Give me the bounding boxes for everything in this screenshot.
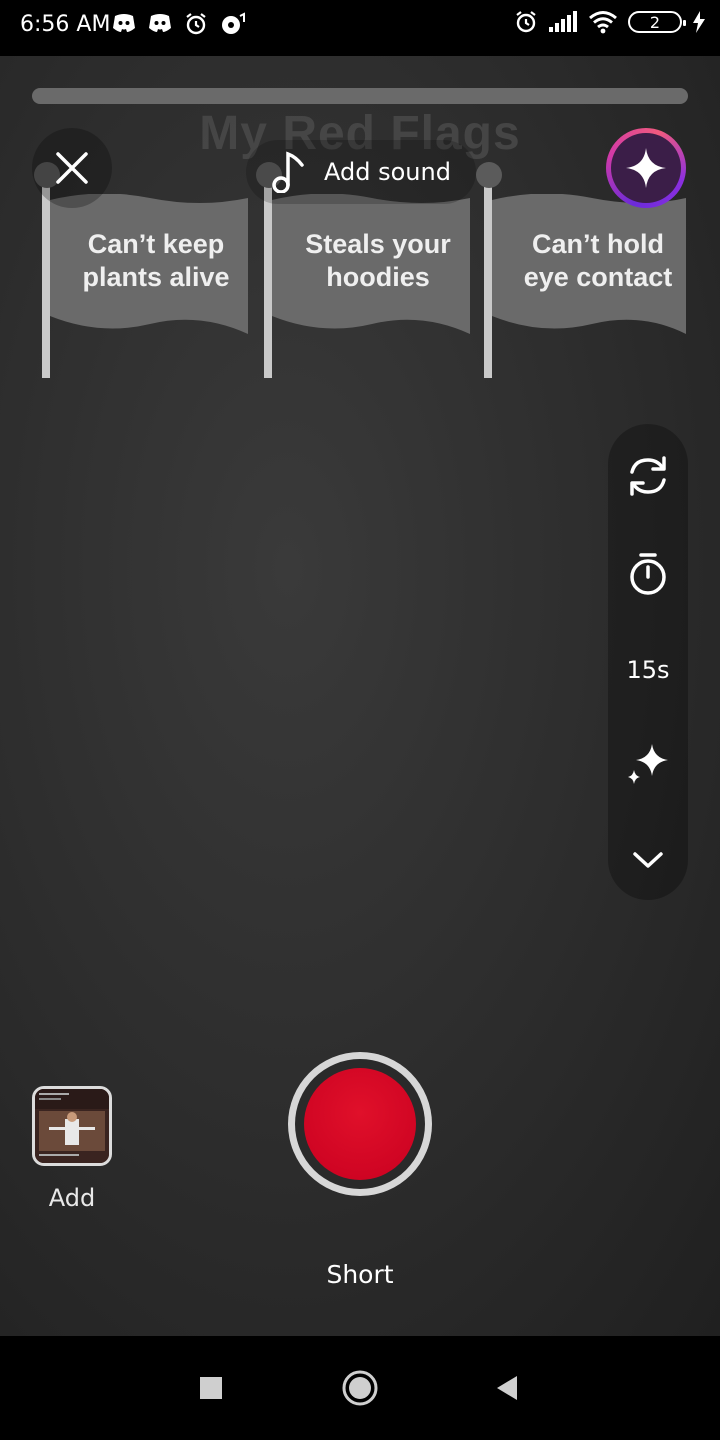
gallery-preview-image — [35, 1089, 109, 1163]
effects-rail-button[interactable] — [608, 734, 688, 794]
home-icon — [342, 1370, 378, 1406]
flag-text: Can’t keep plants alive — [58, 228, 254, 294]
battery-indicator: 2 — [628, 11, 686, 33]
battery-level: 2 — [649, 12, 661, 32]
recording-progress-bar — [32, 88, 688, 104]
signal-icon — [549, 11, 577, 32]
flip-camera-icon — [630, 456, 666, 496]
flag-pole — [484, 176, 492, 378]
gallery-thumbnail[interactable] — [32, 1086, 112, 1166]
effects-icon — [628, 744, 668, 784]
record-button-ring — [295, 1059, 425, 1189]
charging-icon — [693, 11, 705, 33]
status-bar: 6:56 AM 2 — [0, 0, 720, 56]
status-time: 6:56 AM — [20, 12, 111, 37]
flag-text-line: plants alive — [82, 262, 230, 292]
timer-button[interactable] — [608, 544, 688, 604]
effects-button[interactable] — [606, 128, 686, 208]
flag-text-line: Can’t keep — [87, 229, 225, 259]
record-button-core — [304, 1068, 416, 1180]
flag-pole — [42, 176, 50, 378]
discord-icon — [149, 14, 171, 32]
status-notification-icons — [112, 12, 246, 36]
duration-label: 15s — [626, 656, 670, 684]
flag-text-line: Steals your — [305, 229, 451, 259]
flip-camera-button[interactable] — [608, 446, 688, 506]
flag-text-line: Can’t hold — [532, 229, 664, 259]
home-button[interactable] — [315, 1336, 405, 1440]
wifi-icon — [589, 11, 617, 34]
alarm-icon — [516, 11, 536, 33]
flag-knob — [476, 162, 502, 188]
back-button[interactable] — [462, 1336, 552, 1440]
gallery-add-label[interactable]: Add — [32, 1184, 112, 1212]
flag-text-line: hoodies — [326, 262, 430, 292]
recents-button[interactable] — [166, 1336, 256, 1440]
effects-button-inner — [611, 133, 681, 203]
more-tools-button[interactable] — [608, 830, 688, 890]
status-system-icons: 2 — [514, 10, 706, 34]
alarm-icon — [186, 13, 206, 35]
camera-tools-rail: 15s — [608, 424, 688, 900]
add-sound-label: Add sound — [324, 158, 451, 186]
music-note-icon — [272, 151, 304, 193]
chevron-down-icon — [633, 852, 663, 868]
back-icon — [497, 1376, 517, 1400]
record-button[interactable] — [288, 1052, 432, 1196]
add-sound-button[interactable]: Add sound — [246, 140, 476, 204]
flag-pole — [264, 176, 272, 378]
close-icon — [56, 152, 88, 184]
flag-text: Steals your hoodies — [280, 228, 476, 294]
camera-viewfinder[interactable]: My Red Flags Can’t keep plants alive Ste… — [0, 56, 720, 1336]
recents-icon — [200, 1377, 222, 1399]
close-button[interactable] — [32, 128, 112, 208]
flag-text-line: eye contact — [523, 262, 673, 292]
system-navigation-bar — [0, 1336, 720, 1440]
sparkle-icon — [626, 148, 666, 188]
mode-label-short[interactable]: Short — [0, 1260, 720, 1289]
timer-icon — [630, 553, 666, 595]
duration-button[interactable]: 15s — [608, 640, 688, 700]
music-app-icon — [222, 12, 245, 34]
discord-icon — [113, 14, 135, 32]
flag-text: Can’t hold eye contact — [500, 228, 696, 294]
